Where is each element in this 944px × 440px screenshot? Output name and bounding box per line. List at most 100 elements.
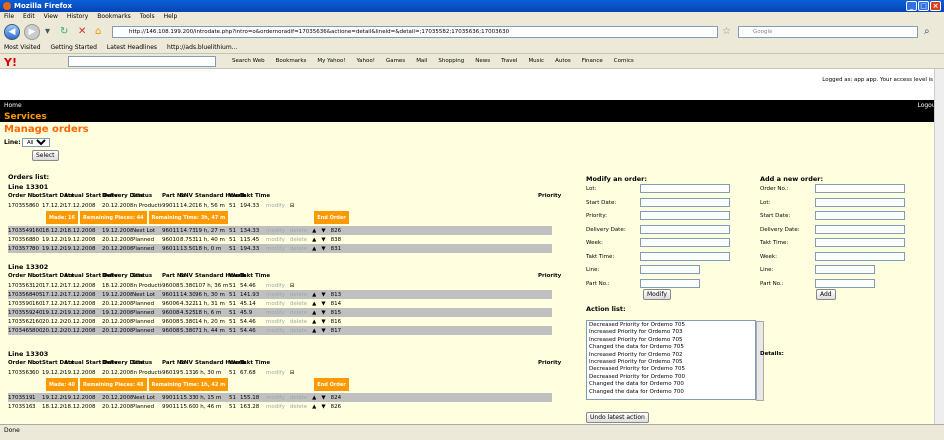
delete-link[interactable]: delete: [290, 310, 307, 316]
priority-up-icon[interactable]: ▲: [312, 301, 316, 307]
close-button[interactable]: ×: [930, 1, 941, 11]
add_form-field[interactable]: [815, 238, 905, 247]
delete-link[interactable]: delete: [290, 328, 307, 334]
priority-down-icon[interactable]: ▼: [321, 319, 325, 325]
end-order-button[interactable]: End Order: [314, 211, 349, 224]
modify-link[interactable]: modify: [266, 319, 285, 325]
action-list-item[interactable]: Decreased Priority for Ordemo 705: [589, 366, 753, 373]
yahoo-toolbar-item[interactable]: My Yahoo!: [317, 58, 345, 64]
delete-link[interactable]: delete: [290, 319, 307, 325]
modify_form-field[interactable]: [640, 265, 700, 274]
priority-down-icon[interactable]: ▼: [321, 237, 325, 243]
yahoo-toolbar-item[interactable]: Travel: [501, 58, 517, 64]
yahoo-toolbar-item[interactable]: Finance: [582, 58, 603, 64]
menu-item-tools[interactable]: Tools: [140, 13, 155, 20]
bookmark-item[interactable]: Most Visited: [4, 44, 41, 51]
yahoo-toolbar-item[interactable]: Bookmarks: [276, 58, 307, 64]
yahoo-search-input[interactable]: [68, 56, 216, 67]
menu-item-view[interactable]: View: [44, 13, 58, 20]
yahoo-toolbar-item[interactable]: Autos: [555, 58, 571, 64]
priority-up-icon[interactable]: ▲: [312, 246, 316, 252]
modify_form-field[interactable]: [640, 278, 700, 288]
bookmark-item[interactable]: http://ads.bluelithium...: [167, 44, 237, 51]
priority-up-icon[interactable]: ▲: [312, 228, 316, 234]
action-list-scrollbar[interactable]: [756, 321, 764, 401]
yahoo-toolbar-item[interactable]: Games: [386, 58, 405, 64]
action-list-item[interactable]: Increased Priority for Ordemo 705: [589, 359, 753, 366]
add-button[interactable]: Add: [816, 289, 836, 300]
page-scrollbar[interactable]: [934, 69, 944, 424]
modify_form-field[interactable]: [640, 197, 730, 207]
priority-down-icon[interactable]: ▼: [321, 310, 325, 316]
modify_form-field[interactable]: [640, 251, 730, 261]
menu-item-bookmarks[interactable]: Bookmarks: [97, 13, 131, 20]
yahoo-toolbar-item[interactable]: Comics: [614, 58, 634, 64]
menu-item-edit[interactable]: Edit: [23, 13, 35, 20]
action-list-item[interactable]: Increased Priority for Ordemo 702: [589, 352, 753, 359]
action-list-item[interactable]: Increased Priority for Ordemo 705: [589, 337, 753, 344]
delete-link[interactable]: delete: [290, 228, 307, 234]
search-input[interactable]: Google: [738, 26, 918, 38]
yahoo-toolbar-item[interactable]: Mail: [416, 58, 427, 64]
action-list-item[interactable]: Changed the data for Ordemo 700: [589, 389, 753, 396]
priority-up-icon[interactable]: ▲: [312, 404, 316, 410]
delete-link[interactable]: delete: [290, 395, 307, 401]
menu-item-help[interactable]: Help: [164, 13, 178, 20]
priority-up-icon[interactable]: ▲: [312, 328, 316, 334]
collapse-icon[interactable]: ⊟: [290, 283, 295, 289]
add_form-field[interactable]: [815, 197, 905, 207]
yahoo-toolbar-item[interactable]: Search Web: [232, 58, 265, 64]
modify-link[interactable]: modify: [266, 283, 285, 289]
reload-icon[interactable]: ↻: [60, 26, 68, 37]
star-bookmark-icon[interactable]: ☆: [722, 26, 731, 37]
forward-button[interactable]: ▶: [24, 24, 40, 40]
action-list[interactable]: Decreased Priority for Ordemo 705 Increas…: [586, 320, 756, 400]
modify-link[interactable]: modify: [266, 310, 285, 316]
collapse-icon[interactable]: ⊟: [290, 370, 295, 376]
delete-link[interactable]: delete: [290, 404, 307, 410]
add_form-field[interactable]: [815, 224, 905, 234]
priority-down-icon[interactable]: ▼: [321, 395, 325, 401]
add_form-field[interactable]: [815, 184, 905, 193]
priority-up-icon[interactable]: ▲: [312, 310, 316, 316]
priority-down-icon[interactable]: ▼: [321, 228, 325, 234]
action-list-item[interactable]: Changed the data for Ordemo 700: [589, 381, 753, 388]
priority-down-icon[interactable]: ▼: [321, 404, 325, 410]
add_form-field[interactable]: [815, 265, 875, 274]
priority-up-icon[interactable]: ▲: [312, 237, 316, 243]
modify-link[interactable]: modify: [266, 404, 285, 410]
modify-link[interactable]: modify: [266, 246, 285, 252]
modify_form-field[interactable]: [640, 238, 730, 247]
action-list-item[interactable]: Increased Priority for Ordemo 703: [589, 329, 753, 336]
home-icon[interactable]: ⌂: [95, 26, 101, 37]
priority-up-icon[interactable]: ▲: [312, 319, 316, 325]
add_form-field[interactable]: [815, 278, 875, 288]
action-list-item[interactable]: Changed the data for Ordemo 705: [589, 344, 753, 351]
modify-link[interactable]: modify: [266, 370, 285, 376]
action-list-item[interactable]: Decreased Priority for Ordemo 705: [589, 322, 753, 329]
stop-icon[interactable]: ✕: [78, 26, 86, 37]
bookmark-item[interactable]: Getting Started: [51, 44, 97, 51]
modify_form-field[interactable]: [640, 224, 730, 234]
yahoo-toolbar-item[interactable]: News: [475, 58, 490, 64]
menu-item-file[interactable]: File: [4, 13, 14, 20]
dropdown-arrow-icon[interactable]: ▾: [45, 26, 50, 37]
add_form-field[interactable]: [815, 211, 905, 220]
yahoo-logo[interactable]: Y!: [4, 56, 17, 69]
undo-button[interactable]: Undo latest action: [586, 412, 649, 423]
priority-up-icon[interactable]: ▲: [312, 292, 316, 298]
modify-button[interactable]: Modify: [643, 289, 671, 300]
modify-link[interactable]: modify: [266, 328, 285, 334]
collapse-icon[interactable]: ⊟: [290, 203, 295, 209]
priority-down-icon[interactable]: ▼: [321, 246, 325, 252]
modify-link[interactable]: modify: [266, 228, 285, 234]
search-go-icon[interactable]: ⌕: [924, 26, 930, 37]
home-link[interactable]: Home: [4, 102, 22, 109]
modify_form-field[interactable]: [640, 184, 730, 193]
yahoo-toolbar-item[interactable]: Shopping: [438, 58, 464, 64]
delete-link[interactable]: delete: [290, 301, 307, 307]
priority-down-icon[interactable]: ▼: [321, 328, 325, 334]
minimize-button[interactable]: _: [906, 1, 917, 11]
yahoo-toolbar-item[interactable]: Yahoo!: [357, 58, 375, 64]
maximize-button[interactable]: □: [918, 1, 929, 11]
